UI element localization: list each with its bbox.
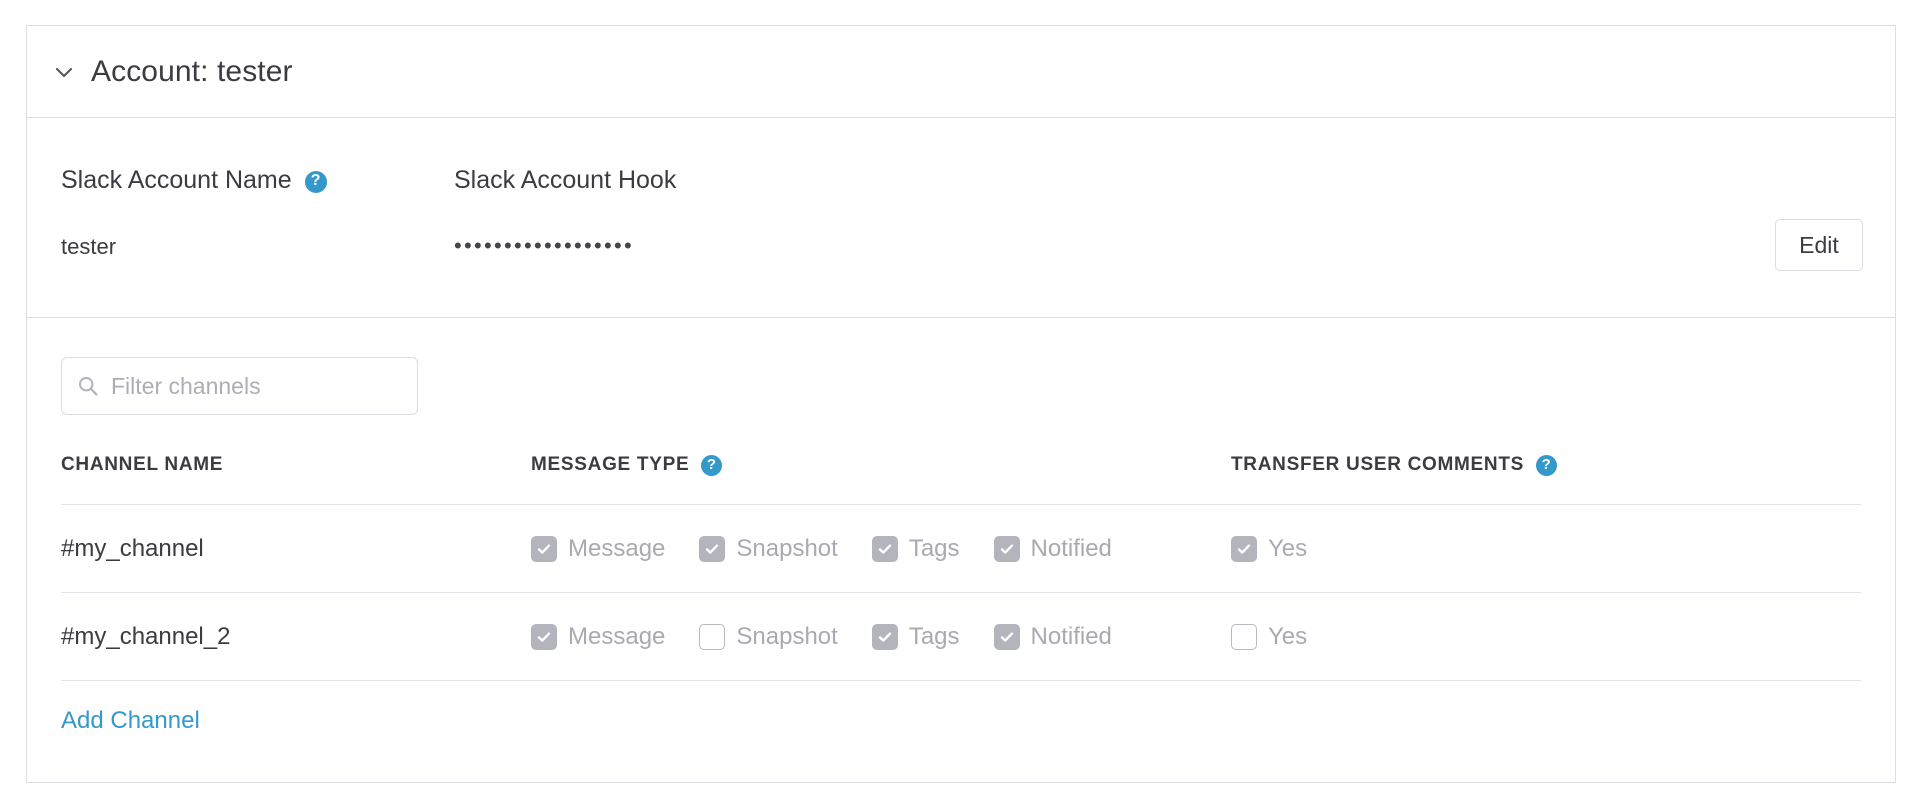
search-input[interactable] — [109, 371, 403, 401]
slack-account-hook-label: Slack Account Hook — [454, 166, 677, 194]
cell-add-channel: Add Channel — [61, 681, 1861, 736]
checkbox-snapshot[interactable]: Snapshot — [699, 535, 838, 563]
page-title: Account: tester — [91, 54, 293, 88]
checkbox-unchecked-icon — [699, 624, 726, 650]
checkbox-message[interactable]: Message — [531, 623, 665, 651]
checkbox-label: Message — [568, 535, 666, 562]
chevron-down-icon[interactable] — [51, 59, 77, 85]
checkbox-unchecked-icon — [1231, 624, 1257, 650]
slack-account-panel: Account: tester Slack Account Name ? Sla… — [26, 25, 1896, 783]
checkbox-tags[interactable]: Tags — [871, 535, 960, 563]
table-row: #my_channel_2 Message Snapshot Tags Noti… — [61, 592, 1861, 681]
column-header-message-type: MESSAGE TYPE ? — [531, 454, 1231, 505]
checkbox-label: Notified — [1030, 623, 1112, 650]
cell-message-type: Message Snapshot Tags Notified — [531, 592, 1231, 681]
checkbox-checked-icon — [699, 536, 726, 562]
add-channel-link[interactable]: Add Channel — [61, 707, 200, 734]
checkbox-label: Yes — [1268, 623, 1308, 650]
filter-channels-box[interactable] — [61, 357, 418, 415]
checkbox-checked-icon — [993, 536, 1020, 562]
cell-message-type: Message Snapshot Tags Notified — [531, 504, 1231, 593]
cell-channel-name: #my_channel — [61, 504, 531, 593]
column-header-channel-name: CHANNEL NAME — [61, 454, 531, 505]
slack-account-name-label-text: Slack Account Name — [61, 166, 292, 194]
checkbox-label: Snapshot — [736, 535, 838, 562]
checkbox-label: Tags — [908, 623, 960, 650]
add-channel-row: Add Channel — [61, 681, 1861, 736]
account-section-header[interactable]: Account: tester — [27, 26, 1895, 118]
question-mark-circle-icon[interactable]: ? — [304, 170, 327, 193]
checkbox-label: Notified — [1030, 535, 1112, 562]
checkbox-label: Snapshot — [736, 623, 838, 650]
cell-transfer-user-comments: Yes — [1231, 592, 1861, 681]
table-header-row: CHANNEL NAME MESSAGE TYPE ? TRANSFER USE… — [61, 454, 1861, 505]
column-header-transfer-user-comments: TRANSFER USER COMMENTS ? — [1231, 454, 1861, 505]
channels-section: CHANNEL NAME MESSAGE TYPE ? TRANSFER USE… — [27, 318, 1895, 782]
checkbox-label: Tags — [908, 535, 960, 562]
checkbox-transfer-yes[interactable]: Yes — [1231, 535, 1307, 563]
checkbox-label: Message — [568, 623, 666, 650]
cell-channel-name: #my_channel_2 — [61, 592, 531, 681]
column-header-message-type-text: MESSAGE TYPE — [531, 454, 690, 475]
cell-transfer-user-comments: Yes — [1231, 504, 1861, 593]
checkbox-transfer-yes[interactable]: Yes — [1231, 623, 1307, 651]
slack-account-name-value: tester — [61, 234, 117, 259]
checkbox-label: Yes — [1268, 535, 1308, 562]
checkbox-snapshot[interactable]: Snapshot — [699, 623, 838, 651]
question-mark-circle-icon[interactable]: ? — [701, 454, 723, 476]
column-header-channel-name-text: CHANNEL NAME — [61, 454, 224, 475]
checkbox-checked-icon — [871, 536, 898, 562]
edit-button[interactable]: Edit — [1775, 219, 1863, 271]
slack-account-hook-masked-value: •••••••••••••••••• — [454, 233, 635, 258]
checkbox-checked-icon — [531, 624, 557, 650]
account-fields-section: Slack Account Name ? Slack Account Hook … — [27, 118, 1895, 318]
column-header-transfer-user-comments-text: TRANSFER USER COMMENTS — [1231, 454, 1525, 475]
channel-name-text: #my_channel_2 — [61, 623, 231, 650]
channel-name-text: #my_channel — [61, 535, 204, 562]
filter-channels-wrapper — [61, 357, 418, 415]
checkbox-notified[interactable]: Notified — [993, 623, 1112, 651]
checkbox-checked-icon — [1231, 536, 1257, 562]
checkbox-checked-icon — [871, 624, 898, 650]
checkbox-checked-icon — [993, 624, 1020, 650]
checkbox-checked-icon — [531, 536, 557, 562]
checkbox-tags[interactable]: Tags — [871, 623, 960, 651]
channels-table: CHANNEL NAME MESSAGE TYPE ? TRANSFER USE… — [61, 454, 1861, 735]
checkbox-message[interactable]: Message — [531, 535, 665, 563]
question-mark-circle-icon[interactable]: ? — [1536, 454, 1558, 476]
checkbox-notified[interactable]: Notified — [993, 535, 1112, 563]
table-row: #my_channel Message Snapshot Tags Notifi… — [61, 504, 1861, 593]
search-icon — [76, 374, 100, 398]
slack-account-name-label: Slack Account Name ? — [61, 166, 327, 195]
